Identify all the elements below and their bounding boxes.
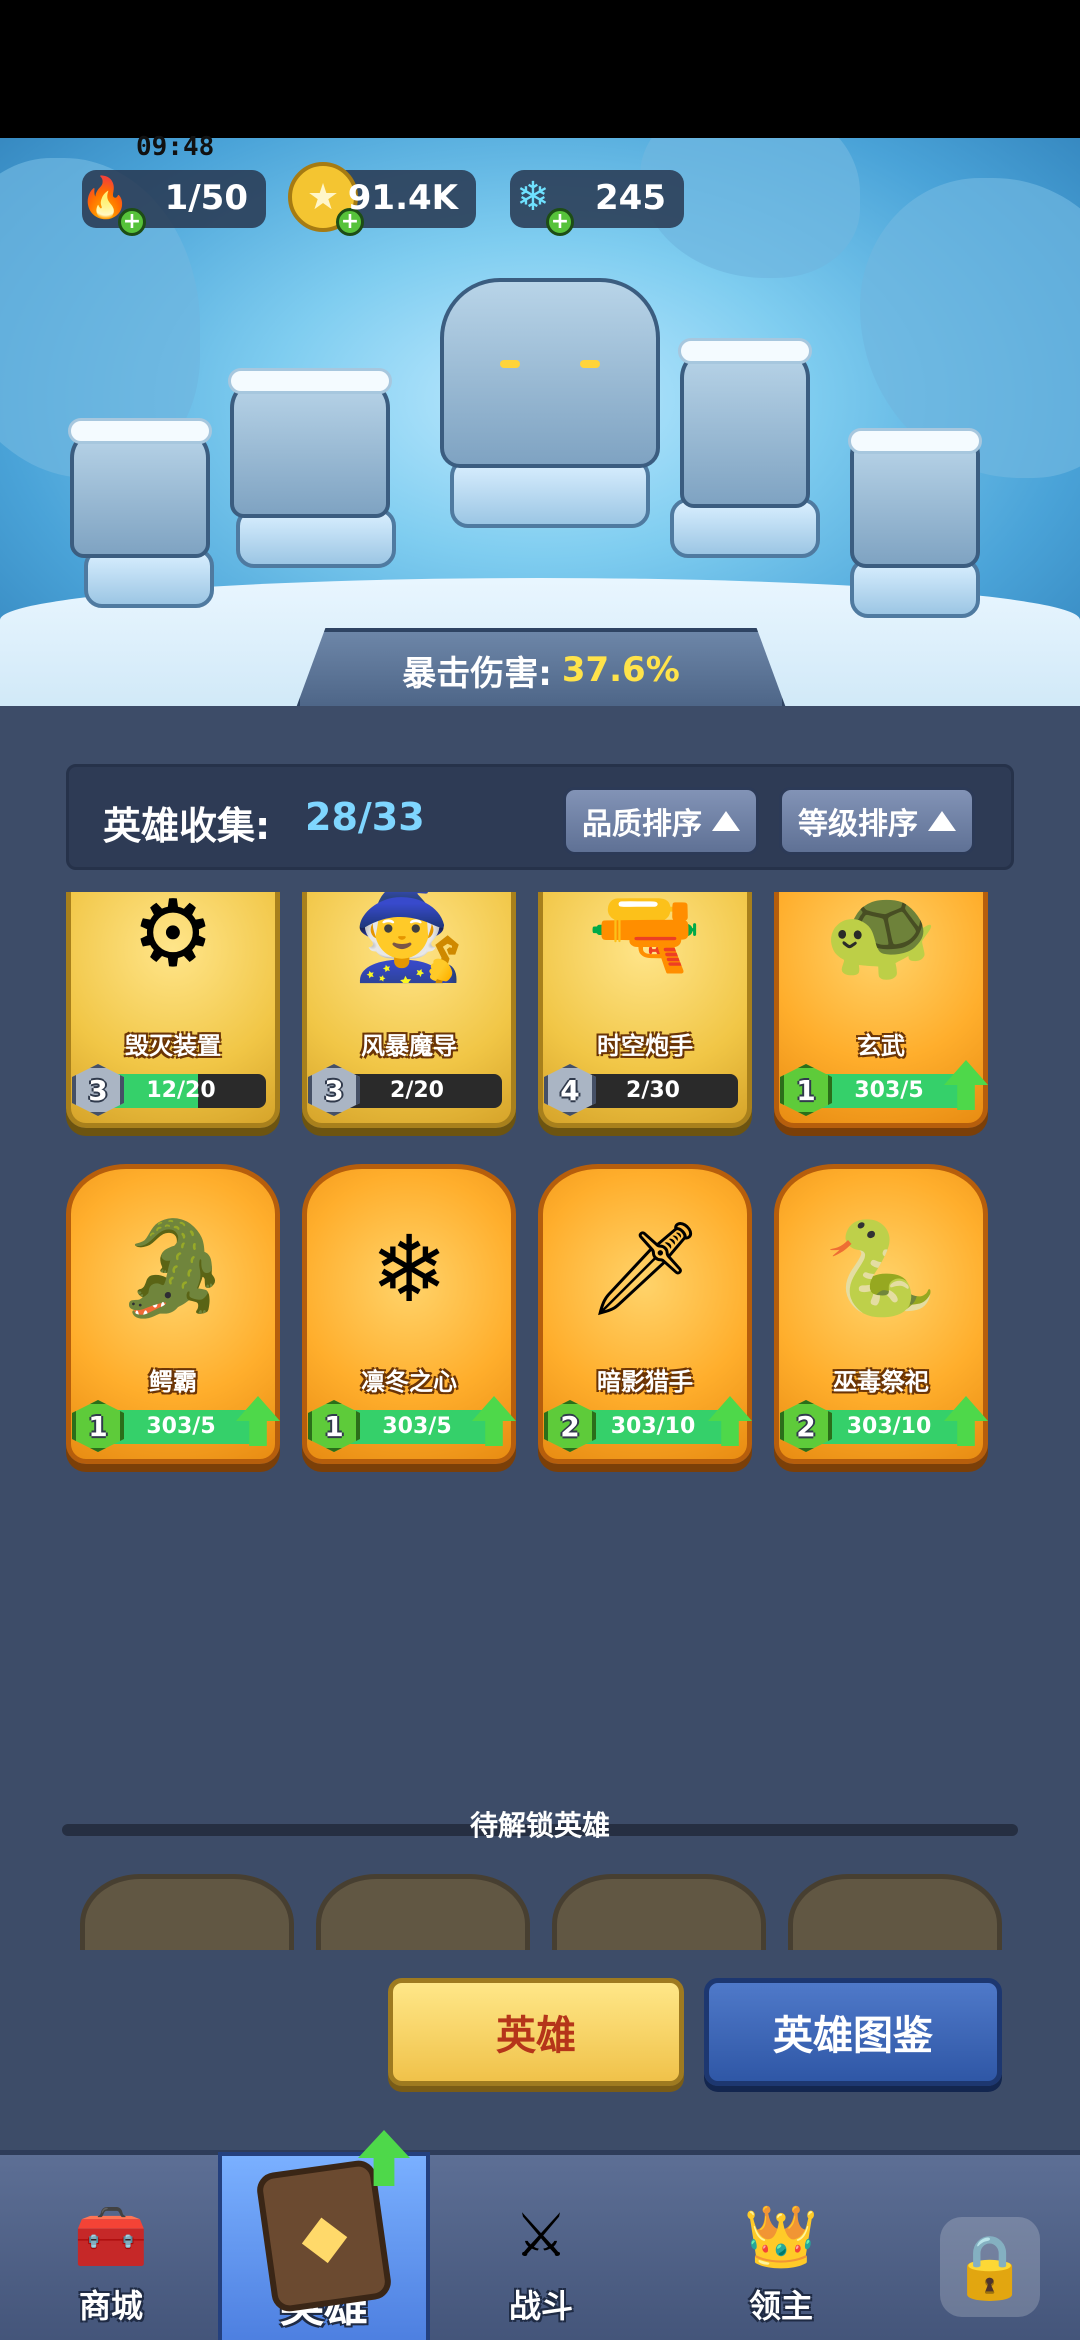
nav-lord-label: 领主 (748, 2287, 813, 2325)
hero-name: 凛冬之心 (361, 1368, 457, 1396)
nav-shop[interactable]: 🧰 商城 (46, 2155, 176, 2340)
locked-hero-card[interactable] (80, 1874, 294, 1950)
hero-portrait: 🗡 (586, 1215, 704, 1322)
crystal-counter[interactable]: ❄ + 245 (510, 170, 684, 236)
clock-time: 09:48 (136, 132, 215, 162)
locked-hero-card[interactable] (788, 1874, 1002, 1950)
hero-grid[interactable]: ⚙ 毁灭装置 12/20 3 🧙 风暴魔导 2/20 3 🔫 时空炮手 2/30 4 🐢 玄武 303/5 1… (66, 892, 1014, 1482)
hero-portrait: 🧙 (351, 892, 467, 986)
hero-card[interactable]: 🔫 时空炮手 2/30 4 (538, 892, 752, 1138)
locked-hero-card[interactable] (552, 1874, 766, 1950)
hero-card-icon: ◆ (254, 2158, 394, 2314)
arrow-up-icon (712, 811, 740, 831)
nav-battle[interactable]: ⚔ 战斗 (476, 2155, 606, 2340)
hero-name: 风暴魔导 (361, 1032, 457, 1060)
crit-damage-label: 暴击伤害: (402, 653, 552, 694)
hero-name: 时空炮手 (597, 1032, 693, 1060)
hero-card[interactable]: ❄ 凛冬之心 303/5 1 (302, 1164, 516, 1474)
hero-card[interactable]: 🧙 风暴魔导 2/20 3 (302, 892, 516, 1138)
locked-hero-card[interactable] (316, 1874, 530, 1950)
swords-icon: ⚔ (514, 2201, 568, 2271)
statue-left (68, 418, 212, 558)
statue-dragon[interactable] (440, 278, 660, 468)
hero-level: 1 (88, 1409, 108, 1443)
hero-name: 毁灭装置 (125, 1032, 221, 1060)
hero-name: 玄武 (857, 1032, 905, 1060)
status-bar (0, 0, 1080, 138)
coin-counter[interactable]: ★ + 91.4K (288, 162, 476, 236)
hero-codex-button[interactable]: 英雄图鉴 (704, 1978, 1002, 2086)
hero-portrait: ⚙ (131, 892, 215, 987)
lock-icon: 🔒 (940, 2217, 1040, 2317)
hero-portrait: 🐍 (823, 1215, 939, 1322)
hero-portrait: 🐊 (115, 1215, 231, 1322)
hero-level: 2 (560, 1409, 580, 1443)
hero-level: 1 (796, 1073, 816, 1107)
sort-level-button[interactable]: 等级排序 (779, 787, 975, 855)
hero-level: 3 (88, 1073, 108, 1107)
crystal-value: 245 (595, 178, 666, 218)
statue-hooded (678, 338, 812, 508)
collection-count: 28/33 (305, 795, 425, 839)
energy-counter[interactable]: 🔥 + 1/50 (80, 170, 266, 236)
pedestal-center (450, 458, 650, 528)
nav-hero[interactable]: ◆ 英雄 (218, 2130, 430, 2340)
collection-label: 英雄收集: (103, 804, 271, 848)
hero-panel: 英雄收集: 28/33 品质排序 等级排序 ⚙ 毁灭装置 12/20 3 🧙 风暴魔导 2/… (0, 706, 1080, 2150)
add-crystals-button[interactable]: + (546, 208, 574, 236)
hero-level: 3 (324, 1073, 344, 1107)
hero-card[interactable]: 🐊 鳄霸 303/5 1 (66, 1164, 280, 1474)
nav-lord[interactable]: 👑 领主 (716, 2155, 846, 2340)
locked-heroes-title: 待解锁英雄 (469, 1809, 610, 1842)
crit-damage-value: 37.6% (561, 650, 680, 690)
add-energy-button[interactable]: + (118, 208, 146, 236)
hero-card[interactable]: ⚙ 毁灭装置 12/20 3 (66, 892, 280, 1138)
hero-name: 鳄霸 (149, 1368, 197, 1396)
hero-portrait: ❄ (370, 1215, 448, 1323)
energy-value: 1/50 (164, 178, 248, 218)
hero-level: 1 (324, 1409, 344, 1443)
statue-robot (848, 428, 982, 568)
nav-shop-label: 商城 (78, 2287, 143, 2325)
coin-value: 91.4K (347, 178, 458, 218)
hero-portrait: 🔫 (587, 892, 703, 986)
hero-card[interactable]: 🐢 玄武 303/5 1 (774, 892, 988, 1138)
hero-name: 巫毒祭祀 (833, 1368, 929, 1396)
statue-griffin (228, 368, 392, 518)
sort-quality-label: 品质排序 (582, 807, 702, 842)
crit-damage-banner: 暴击伤害: 37.6% (296, 628, 786, 708)
sort-quality-button[interactable]: 品质排序 (563, 787, 759, 855)
bottom-nav: 🧰 商城 ◆ 英雄 ⚔ 战斗 👑 领主 🔒 (0, 2130, 1080, 2340)
hero-level: 2 (796, 1409, 816, 1443)
collection-bar: 英雄收集: 28/33 品质排序 等级排序 (66, 764, 1014, 870)
hero-tab-button[interactable]: 英雄 (388, 1978, 684, 2086)
banner-icon: 👑 (743, 2201, 819, 2272)
hero-name: 暗影猎手 (597, 1368, 693, 1396)
hero-card[interactable]: 🗡 暗影猎手 303/10 2 (538, 1164, 752, 1474)
nav-locked[interactable]: 🔒 (920, 2155, 1060, 2340)
arrow-up-icon (928, 811, 956, 831)
hero-card[interactable]: 🐍 巫毒祭祀 303/10 2 (774, 1164, 988, 1474)
sort-level-label: 等级排序 (798, 807, 918, 842)
hero-portrait: 🐢 (823, 892, 939, 986)
chest-icon: 🧰 (73, 2201, 149, 2272)
hero-level: 4 (560, 1073, 580, 1107)
nav-battle-label: 战斗 (508, 2287, 573, 2325)
